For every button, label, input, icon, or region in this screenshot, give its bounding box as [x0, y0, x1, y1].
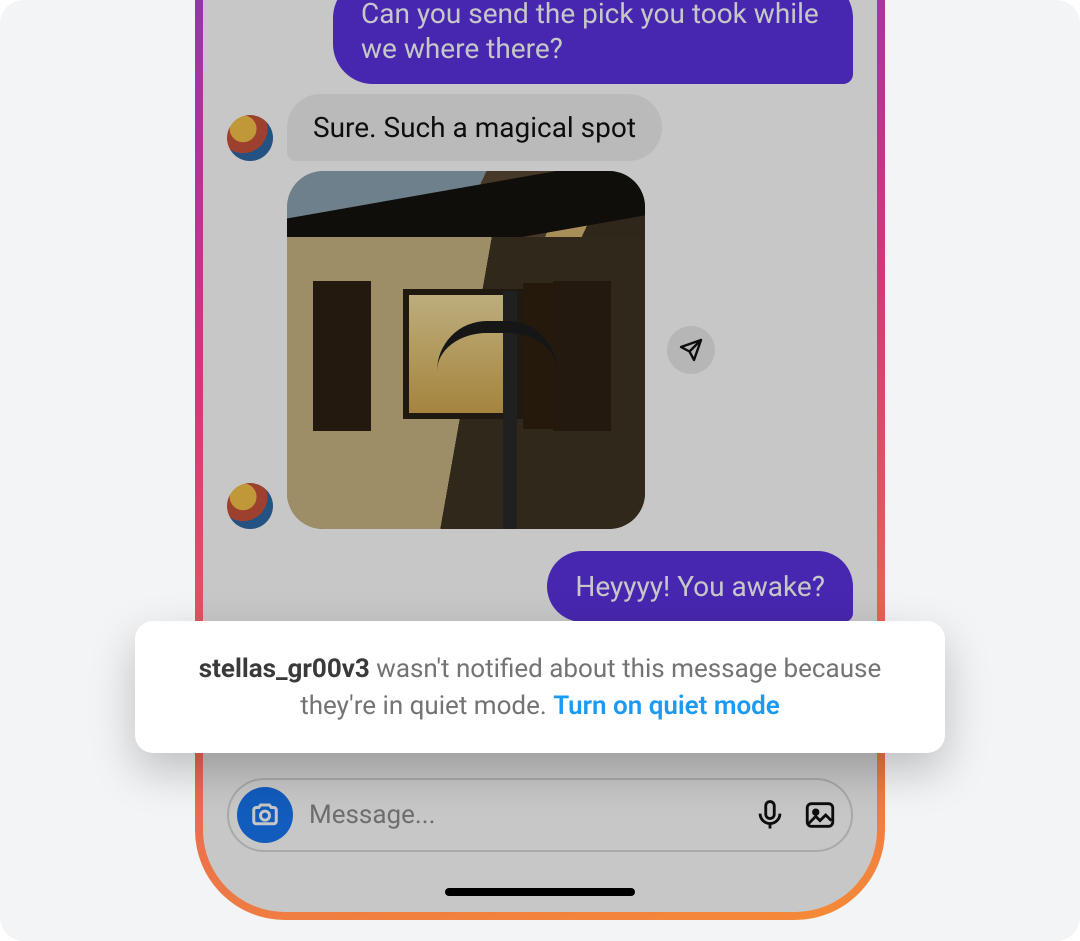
message-row-received: Sure. Such a magical spot — [227, 94, 853, 161]
turn-on-quiet-mode-link[interactable]: Turn on quiet mode — [553, 691, 780, 721]
camera-button[interactable] — [237, 787, 293, 843]
message-row-sent: Heyyyy! You awake? — [227, 551, 853, 622]
avatar[interactable] — [227, 115, 273, 161]
message-input[interactable]: Message... — [309, 800, 737, 830]
camera-icon — [250, 800, 280, 830]
avatar[interactable] — [227, 483, 273, 529]
share-button[interactable] — [667, 326, 715, 374]
phone-screen: Can you send the pick you took while we … — [203, 0, 877, 912]
sent-message-bubble[interactable]: Heyyyy! You awake? — [547, 551, 853, 622]
screenshot-stage: Can you send the pick you took while we … — [0, 0, 1080, 941]
message-row-sent: Can you send the pick you took while we … — [227, 0, 853, 84]
share-icon — [679, 338, 703, 362]
image-message-row — [227, 171, 853, 529]
received-message-bubble[interactable]: Sure. Such a magical spot — [287, 94, 662, 161]
toast-username: stellas_gr00v3 — [199, 654, 370, 684]
quiet-mode-toast: stellas_gr00v3 wasn't notified about thi… — [135, 621, 945, 753]
gallery-icon[interactable] — [803, 798, 837, 832]
phone-frame: Can you send the pick you took while we … — [195, 0, 885, 920]
sent-message-bubble[interactable]: Can you send the pick you took while we … — [333, 0, 853, 84]
home-indicator — [445, 888, 635, 896]
message-input-bar: Message... — [227, 778, 853, 852]
mic-icon[interactable] — [753, 798, 787, 832]
image-attachment[interactable] — [287, 171, 645, 529]
